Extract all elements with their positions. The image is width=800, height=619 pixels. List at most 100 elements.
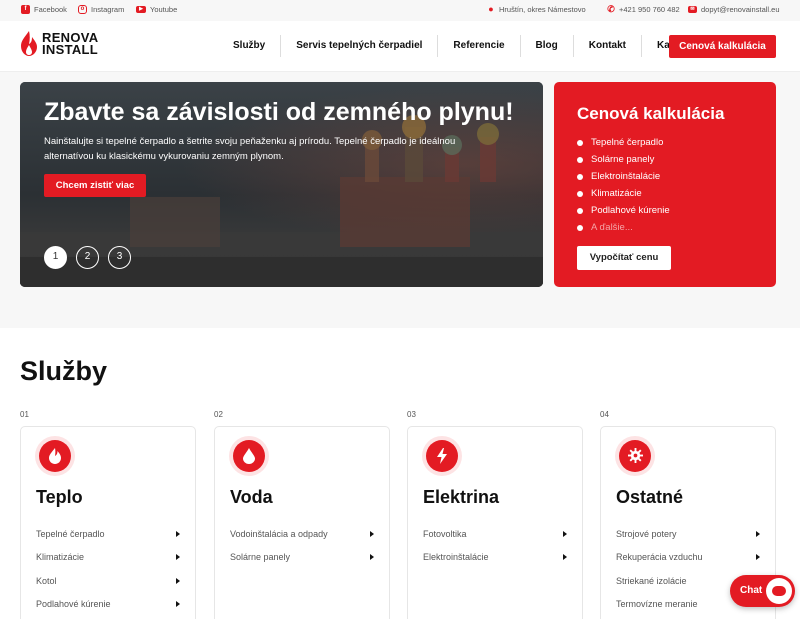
email-link[interactable]: ✉ dopyt@renovainstall.eu xyxy=(688,5,780,14)
facebook-link[interactable]: f Facebook xyxy=(21,5,67,14)
item-label: Termovízne meranie xyxy=(616,599,698,610)
calc-item-label: Klimatizácie xyxy=(591,187,642,199)
list-item: Podlahové kúrenie xyxy=(577,202,670,219)
service-card-elektrina[interactable]: Elektrina Fotovoltika Elektroinštalácie xyxy=(407,426,583,619)
youtube-link[interactable]: ▶ Youtube xyxy=(136,5,177,14)
card-list: Vodoinštalácia a odpady Solárne panely xyxy=(230,522,376,569)
learn-more-button[interactable]: Chcem zistiť viac xyxy=(44,174,146,197)
item-label: Vodoinštalácia a odpady xyxy=(230,528,328,539)
map-pin-icon: ● xyxy=(488,4,494,14)
list-item: Tepelné čerpadlo xyxy=(577,134,670,151)
list-item[interactable]: Solárne panely xyxy=(230,546,376,570)
list-item[interactable]: Klimatizácie xyxy=(36,546,182,570)
logo-line-2: INSTALL xyxy=(42,42,99,57)
calc-item-label: Elektroinštalácie xyxy=(591,170,661,182)
slide-dot-3[interactable]: 3 xyxy=(108,246,131,269)
flame-logo-icon xyxy=(21,31,37,56)
bullet-icon xyxy=(577,173,583,180)
list-item[interactable]: Tepelné čerpadlo xyxy=(36,522,182,546)
caret-right-icon xyxy=(176,601,180,608)
gear-icon xyxy=(619,440,651,472)
list-item: Solárne panely xyxy=(577,151,670,168)
phone-text: +421 950 760 482 xyxy=(619,5,680,14)
hero-title: Zbavte sa závislosti od zemného plynu! xyxy=(44,98,514,126)
nav-item-kontakt[interactable]: Kontakt xyxy=(572,35,641,57)
list-item[interactable]: Fotovoltika xyxy=(423,522,569,546)
slide-dot-2[interactable]: 2 xyxy=(76,246,99,269)
caret-right-icon xyxy=(756,554,760,561)
price-calculator-panel: Cenová kalkulácia Tepelné čerpadlo Solár… xyxy=(554,82,776,287)
card-list: Tepelné čerpadlo Klimatizácie Kotol Podl… xyxy=(36,522,182,616)
caret-right-icon xyxy=(370,554,374,561)
item-label: Strojové potery xyxy=(616,528,677,539)
email-text: dopyt@renovainstall.eu xyxy=(701,5,780,14)
caret-right-icon xyxy=(176,577,180,584)
bullet-icon xyxy=(577,224,583,231)
list-item[interactable]: Elektroinštalácie xyxy=(423,546,569,570)
list-item[interactable]: Podlahové kúrenie xyxy=(36,593,182,617)
item-label: Kotol xyxy=(36,575,57,586)
instagram-link[interactable]: o Instagram xyxy=(78,5,124,14)
calculate-price-button[interactable]: Vypočítať cenu xyxy=(577,246,671,270)
bullet-icon xyxy=(577,190,583,197)
list-item[interactable]: Rekuperácia vzduchu xyxy=(616,546,762,570)
bullet-icon xyxy=(577,207,583,214)
item-label: Elektroinštalácie xyxy=(423,552,489,563)
caret-right-icon xyxy=(563,554,567,561)
calculator-title: Cenová kalkulácia xyxy=(577,104,725,123)
slide-dot-1[interactable]: 1 xyxy=(44,246,67,269)
bullet-icon xyxy=(577,139,583,146)
chat-label: Chat xyxy=(740,585,763,596)
card-number: 02 xyxy=(214,410,223,419)
section-title: Služby xyxy=(20,356,108,386)
main-nav: Služby Servis tepelných čerpadiel Refere… xyxy=(218,35,706,57)
item-label: Klimatizácie xyxy=(36,552,85,563)
item-label: Fotovoltika xyxy=(423,528,467,539)
item-label: Rekuperácia vzduchu xyxy=(616,552,703,563)
list-item[interactable]: Kotol xyxy=(36,569,182,593)
card-number: 04 xyxy=(600,410,609,419)
caret-right-icon xyxy=(176,530,180,537)
list-item[interactable]: Vodoinštalácia a odpady xyxy=(230,522,376,546)
location-info: ● Hruštín, okres Námestovo xyxy=(487,4,586,15)
calc-item-label: Podlahové kúrenie xyxy=(591,204,670,216)
nav-item-servis[interactable]: Servis tepelných čerpadiel xyxy=(280,35,437,57)
logo[interactable]: RENOVA INSTALL xyxy=(20,31,98,57)
top-bar: f Facebook o Instagram ▶ Youtube ● Hrušt… xyxy=(0,0,800,21)
location-text: Hruštín, okres Námestovo xyxy=(499,5,586,14)
facebook-label: Facebook xyxy=(34,5,67,14)
caret-right-icon xyxy=(756,530,760,537)
card-title: Ostatné xyxy=(616,487,684,507)
flame-icon xyxy=(39,440,71,472)
service-card-voda[interactable]: Voda Vodoinštalácia a odpady Solárne pan… xyxy=(214,426,390,619)
instagram-icon: o xyxy=(78,5,87,14)
youtube-label: Youtube xyxy=(150,5,178,14)
hero-slider: Zbavte sa závislosti od zemného plynu! N… xyxy=(20,82,543,287)
nav-item-blog[interactable]: Blog xyxy=(519,35,573,57)
site-header: RENOVA INSTALL Služby Servis tepelných č… xyxy=(0,21,800,72)
water-drop-icon xyxy=(233,440,265,472)
list-item: A ďalšie... xyxy=(577,219,670,236)
item-label: Tepelné čerpadlo xyxy=(36,528,105,539)
phone-icon: ✆ xyxy=(607,4,615,14)
card-number: 01 xyxy=(20,410,29,419)
facebook-icon: f xyxy=(21,5,30,14)
lightning-icon xyxy=(426,440,458,472)
list-item[interactable]: Strojové potery xyxy=(616,522,762,546)
service-card-teplo[interactable]: Teplo Tepelné čerpadlo Klimatizácie Koto… xyxy=(20,426,196,619)
services-section: Služby 01 Teplo Tepelné čerpadlo Klimati… xyxy=(0,328,800,619)
card-title: Teplo xyxy=(36,487,83,507)
price-calculator-button[interactable]: Cenová kalkulácia xyxy=(669,35,776,58)
calculator-list: Tepelné čerpadlo Solárne panely Elektroi… xyxy=(577,134,670,236)
mail-icon: ✉ xyxy=(688,6,697,13)
instagram-label: Instagram xyxy=(91,5,125,14)
nav-item-sluzby[interactable]: Služby xyxy=(218,35,280,57)
chat-widget-button[interactable]: Chat xyxy=(730,575,795,607)
youtube-icon: ▶ xyxy=(136,6,146,13)
list-item: Elektroinštalácie xyxy=(577,168,670,185)
nav-item-referencie[interactable]: Referencie xyxy=(437,35,519,57)
phone-link[interactable]: ✆ +421 950 760 482 xyxy=(607,4,680,15)
hero-text: Nainštalujte si tepelné čerpadlo a šetri… xyxy=(44,136,456,162)
item-label: Podlahové kúrenie xyxy=(36,599,111,610)
card-number: 03 xyxy=(407,410,416,419)
